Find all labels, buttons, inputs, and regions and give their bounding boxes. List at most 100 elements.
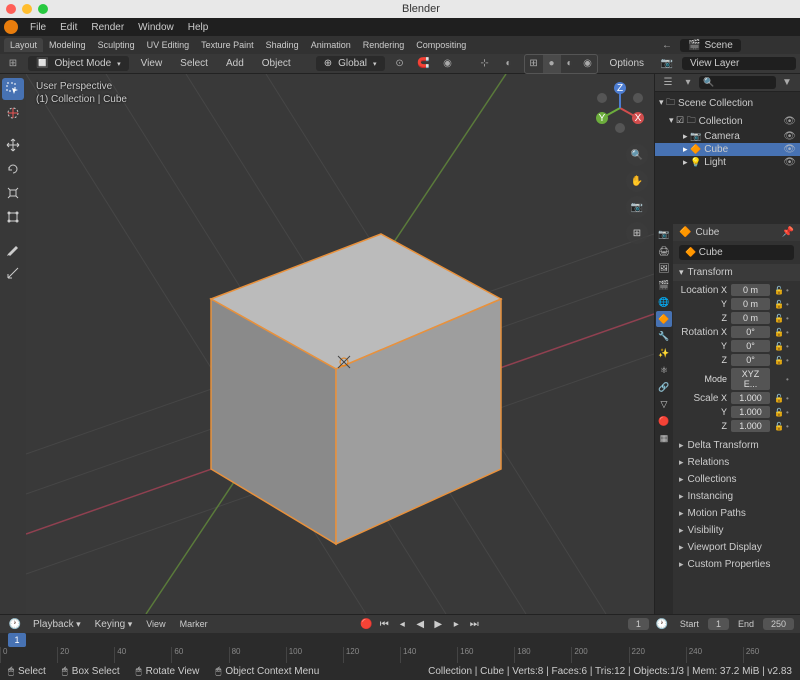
options-dropdown[interactable]: Options — [604, 57, 650, 70]
location-z[interactable]: 0 m — [731, 312, 770, 324]
panel-motion-paths[interactable]: ▸ Motion Paths — [673, 505, 800, 522]
layer-icon[interactable]: 📷 — [658, 55, 676, 73]
prop-tab-particle[interactable]: ✨ — [656, 345, 672, 361]
rotation-x[interactable]: 0° — [731, 326, 770, 338]
outliner-type-icon[interactable]: ☰ — [659, 74, 677, 92]
autokey-icon[interactable]: 🔴 — [358, 617, 374, 631]
rotation-mode[interactable]: XYZ E... — [731, 368, 770, 390]
location-y[interactable]: 0 m — [731, 298, 770, 310]
scale-z[interactable]: 1.000 — [731, 420, 770, 432]
gizmo-toggle-icon[interactable]: ⊹ — [476, 55, 494, 73]
menu-render[interactable]: Render — [85, 21, 130, 34]
play-icon[interactable]: ▶ — [430, 617, 446, 631]
panel-viewport-display[interactable]: ▸ Viewport Display — [673, 539, 800, 556]
orientation-selector[interactable]: ⊕Global▾ — [316, 56, 385, 71]
rotation-z[interactable]: 0° — [731, 354, 770, 366]
scale-y[interactable]: 1.000 — [731, 406, 770, 418]
filter-icon[interactable]: ▼ — [778, 74, 796, 92]
panel-visibility[interactable]: ▸ Visibility — [673, 522, 800, 539]
tree-camera[interactable]: ▸ 📷 Camera👁 — [655, 130, 800, 143]
maximize-window-button[interactable] — [38, 4, 48, 14]
tab-modeling[interactable]: Modeling — [43, 38, 92, 52]
zoom-button[interactable]: 🔍 — [626, 144, 648, 166]
object-name-field[interactable]: 🔶 Cube — [679, 245, 794, 260]
jump-start-icon[interactable]: ⏮ — [376, 617, 392, 631]
prop-tab-modifier[interactable]: 🔧 — [656, 328, 672, 344]
tree-scene-collection[interactable]: ▾ 🗀 Scene Collection — [655, 94, 800, 112]
timeline-marker[interactable]: Marker — [175, 618, 213, 630]
tree-collection[interactable]: ▾ ☑ 🗀 Collection👁 — [655, 112, 800, 130]
tool-move[interactable] — [2, 134, 24, 156]
transform-panel-header[interactable]: ▾ Transform — [673, 264, 800, 281]
perspective-toggle-button[interactable]: ⊞ — [626, 222, 648, 244]
playhead[interactable]: 1 — [8, 633, 26, 647]
prop-tab-constraint[interactable]: 🔗 — [656, 379, 672, 395]
pan-button[interactable]: ✋ — [626, 170, 648, 192]
keyframe-prev-icon[interactable]: ◂ — [394, 617, 410, 631]
back-button[interactable]: ← — [658, 36, 676, 54]
menu-help[interactable]: Help — [182, 21, 215, 34]
tab-compositing[interactable]: Compositing — [410, 38, 472, 52]
jump-end-icon[interactable]: ⏭ — [466, 617, 482, 631]
clock-icon[interactable]: 🕐 — [653, 615, 671, 633]
editor-type-icon[interactable]: ⊞ — [4, 55, 22, 73]
viewport-menu-object[interactable]: Object — [256, 57, 297, 70]
outliner-search[interactable]: 🔍 — [699, 76, 776, 89]
tool-rotate[interactable] — [2, 158, 24, 180]
viewport-menu-view[interactable]: View — [135, 57, 169, 70]
timeline-view[interactable]: View — [141, 618, 170, 630]
rendered-shading[interactable]: ◉ — [579, 55, 597, 73]
wireframe-shading[interactable]: ⊞ — [525, 55, 543, 73]
keyframe-next-icon[interactable]: ▸ — [448, 617, 464, 631]
solid-shading[interactable]: ● — [543, 55, 561, 73]
tab-shading[interactable]: Shading — [260, 38, 305, 52]
pin-icon[interactable]: 📌 — [782, 227, 794, 238]
camera-view-button[interactable]: 📷 — [626, 196, 648, 218]
tab-uv[interactable]: UV Editing — [141, 38, 196, 52]
prop-tab-viewlayer[interactable]: 🖼 — [656, 260, 672, 276]
viewport-menu-select[interactable]: Select — [174, 57, 214, 70]
menu-window[interactable]: Window — [132, 21, 180, 34]
cube-mesh[interactable] — [211, 234, 501, 544]
3d-viewport[interactable]: User Perspective(1) Collection | Cube X … — [26, 74, 654, 614]
scene-selector[interactable]: 🎬Scene — [680, 39, 741, 52]
rotation-y[interactable]: 0° — [731, 340, 770, 352]
view-layer-selector[interactable]: View Layer — [682, 57, 796, 70]
panel-custom-props[interactable]: ▸ Custom Properties — [673, 556, 800, 573]
tool-select-box[interactable] — [2, 78, 24, 100]
end-frame[interactable]: 250 — [763, 618, 794, 630]
blender-logo-icon[interactable] — [4, 20, 18, 34]
timeline-track[interactable]: 1 020 4060 80100 120140 160180 200220 24… — [0, 633, 800, 663]
tab-sculpting[interactable]: Sculpting — [92, 38, 141, 52]
tool-cursor[interactable] — [2, 102, 24, 124]
overlay-toggle-icon[interactable]: ◐ — [500, 55, 518, 73]
tab-rendering[interactable]: Rendering — [357, 38, 411, 52]
menu-file[interactable]: File — [24, 21, 52, 34]
prop-tab-physics[interactable]: ⚛ — [656, 362, 672, 378]
prop-tab-output[interactable]: 🖨 — [656, 243, 672, 259]
prop-tab-texture[interactable]: ▦ — [656, 430, 672, 446]
prop-tab-data[interactable]: ▽ — [656, 396, 672, 412]
prop-tab-world[interactable]: 🌐 — [656, 294, 672, 310]
navigation-gizmo[interactable]: X Y Z — [592, 80, 648, 136]
panel-relations[interactable]: ▸ Relations — [673, 454, 800, 471]
timeline-type-icon[interactable]: 🕐 — [6, 615, 24, 633]
minimize-window-button[interactable] — [22, 4, 32, 14]
timeline-keying[interactable]: Keying ▾ — [90, 618, 138, 631]
display-mode-icon[interactable]: ▾ — [679, 74, 697, 92]
prop-tab-material[interactable]: 🔴 — [656, 413, 672, 429]
close-window-button[interactable] — [6, 4, 16, 14]
pivot-icon[interactable]: ⊙ — [391, 55, 409, 73]
tab-animation[interactable]: Animation — [305, 38, 357, 52]
tab-texture[interactable]: Texture Paint — [195, 38, 260, 52]
tab-layout[interactable]: Layout — [4, 38, 43, 52]
timeline-playback[interactable]: Playback ▾ — [28, 618, 86, 631]
scale-x[interactable]: 1.000 — [731, 392, 770, 404]
material-shading[interactable]: ◐ — [561, 55, 579, 73]
tool-scale[interactable] — [2, 182, 24, 204]
current-frame[interactable]: 1 — [628, 618, 649, 630]
location-x[interactable]: 0 m — [731, 284, 770, 296]
prop-tab-object[interactable]: 🔶 — [656, 311, 672, 327]
prop-tab-render[interactable]: 📷 — [656, 226, 672, 242]
start-frame[interactable]: 1 — [708, 618, 729, 630]
